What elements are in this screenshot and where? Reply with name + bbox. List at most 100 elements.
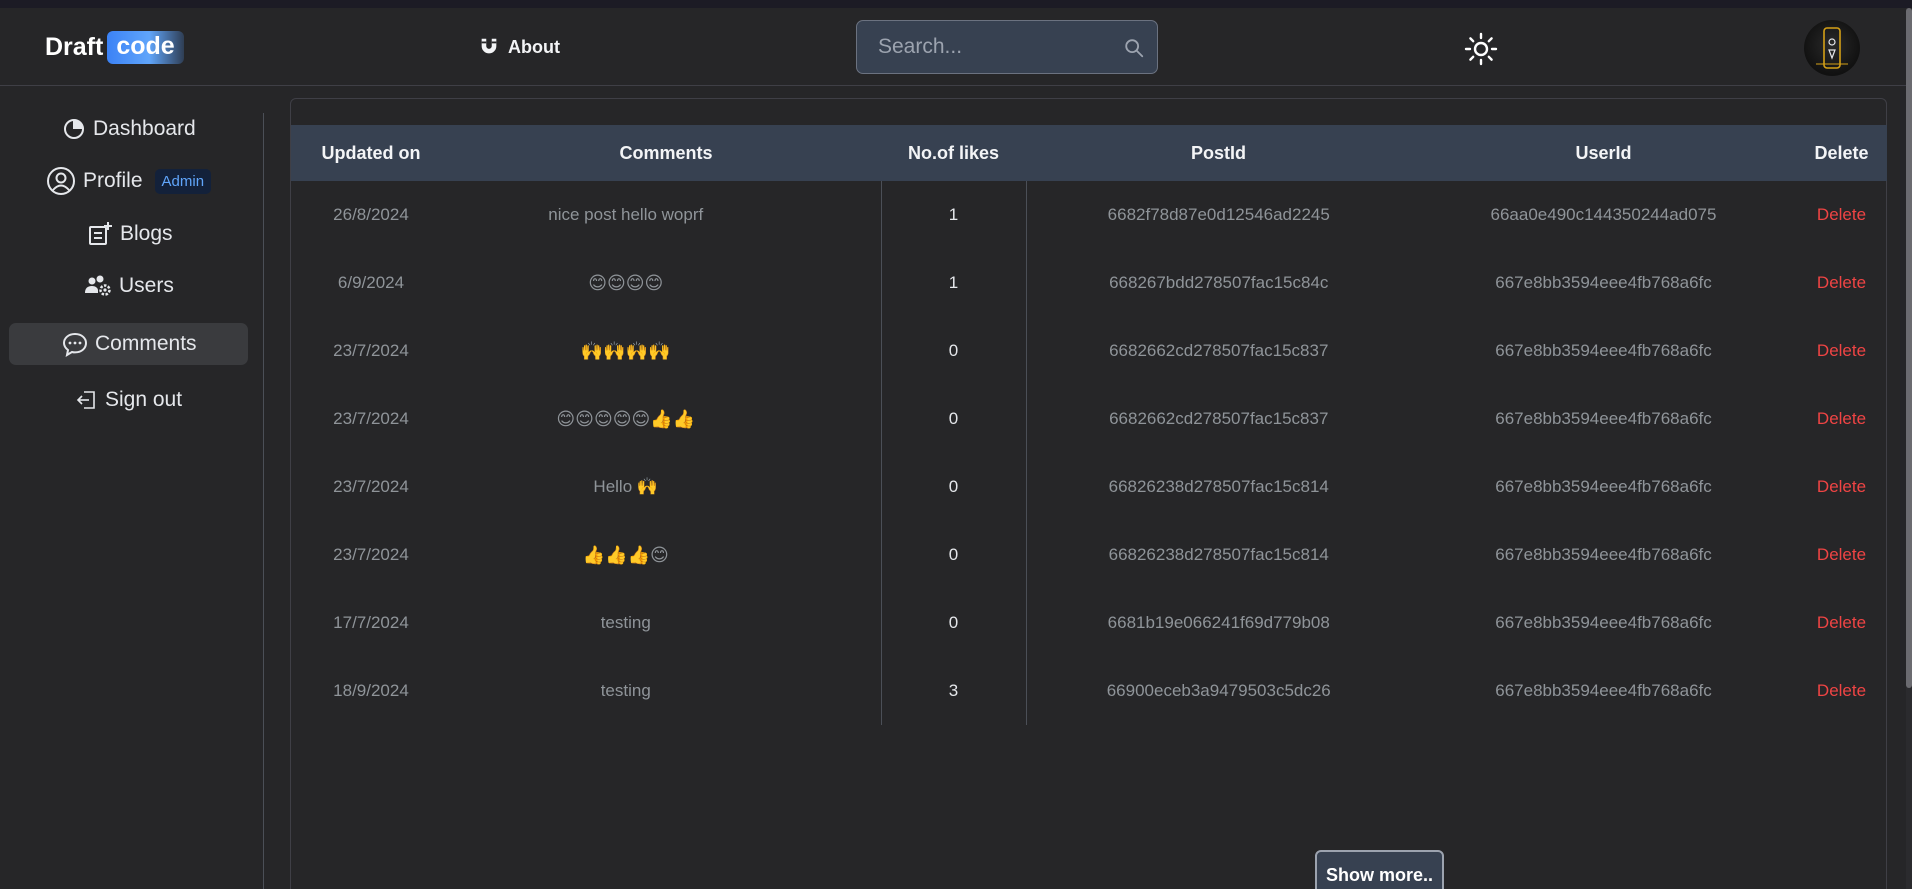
pie-chart-icon [64,119,84,139]
cell-postid: 668267bdd278507fac15c84c [1109,273,1329,292]
sidebar-item-blogs[interactable]: Blogs [87,214,173,254]
comments-table: Updated on Comments No.of likes PostId U… [291,125,1888,725]
cell-postid: 6682662cd278507fac15c837 [1109,341,1329,360]
table-header-row: Updated on Comments No.of likes PostId U… [291,125,1887,181]
table-row: 23/7/2024 👍👍👍😊 0 66826238d278507fac15c81… [291,521,1887,589]
cell-likes: 0 [880,317,1027,385]
cell-userid: 667e8bb3594eee4fb768a6fc [1495,613,1712,632]
cell-comment: Hello 🙌 [593,477,659,496]
column-header-delete[interactable]: Delete [1796,125,1887,181]
page-scrollbar[interactable] [1906,8,1912,889]
cell-comment: testing [600,681,651,700]
delete-button[interactable]: Delete [1796,453,1887,521]
cell-postid: 6682f78d87e0d12546ad2245 [1107,205,1330,224]
about-link[interactable]: About [478,34,560,60]
cell-likes: 3 [880,657,1027,725]
column-header-likes[interactable]: No.of likes [881,125,1026,181]
cell-updated: 18/9/2024 [333,681,409,700]
user-avatar[interactable] [1804,20,1860,76]
search-box [856,20,1158,74]
delete-button[interactable]: Delete [1796,385,1887,453]
delete-button[interactable]: Delete [1796,521,1887,589]
cell-postid: 66826238d278507fac15c814 [1108,477,1329,496]
top-navbar: Draft code About [0,8,1912,86]
cell-comment: 😊😊😊😊😊👍👍 [556,408,696,429]
cell-postid: 6682662cd278507fac15c837 [1109,409,1329,428]
delete-button[interactable]: Delete [1796,657,1887,725]
about-label: About [508,36,560,57]
cell-likes: 1 [880,181,1027,249]
cell-updated: 23/7/2024 [333,341,409,360]
window-top-strip [0,0,1912,8]
column-header-comments[interactable]: Comments [451,125,881,181]
sidebar-item-comments[interactable]: Comments [9,323,248,365]
cell-likes: 0 [880,521,1027,589]
chat-bubble-icon [62,332,88,357]
delete-button[interactable]: Delete [1796,317,1887,385]
logo-draft-text: Draft [45,32,104,61]
delete-button[interactable]: Delete [1796,589,1887,657]
sidebar: Dashboard Profile Admin Blogs Users Comm… [0,87,264,889]
cell-userid: 66aa0e490c144350244ad075 [1490,205,1717,224]
table-row: 6/9/2024 😊😊😊😊 1 668267bdd278507fac15c84c… [291,249,1887,317]
sun-icon [1464,32,1498,66]
cell-postid: 66826238d278507fac15c814 [1108,545,1329,564]
sidebar-item-label: Blogs [120,222,173,245]
user-circle-icon [47,167,75,195]
cell-userid: 667e8bb3594eee4fb768a6fc [1495,273,1712,292]
cell-likes: 0 [880,453,1027,521]
table-row: 23/7/2024 Hello 🙌 0 66826238d278507fac15… [291,453,1887,521]
site-logo[interactable]: Draft code [45,30,184,64]
cell-updated: 23/7/2024 [333,545,409,564]
show-more-button[interactable]: Show more.. [1315,850,1444,889]
cell-comment: 😊😊😊😊 [588,272,664,293]
sidebar-item-label: Dashboard [93,117,196,140]
magnet-icon [481,38,497,54]
cell-updated: 23/7/2024 [333,409,409,428]
sign-out-icon [76,391,95,409]
column-header-userid[interactable]: UserId [1411,125,1796,181]
avatar-image [1816,27,1848,69]
table-row: 17/7/2024 testing 0 6681b19e066241f69d77… [291,589,1887,657]
cell-userid: 667e8bb3594eee4fb768a6fc [1495,341,1712,360]
cell-userid: 667e8bb3594eee4fb768a6fc [1495,545,1712,564]
comments-card: Updated on Comments No.of likes PostId U… [290,98,1887,889]
table-row: 23/7/2024 🙌🙌🙌🙌 0 6682662cd278507fac15c83… [291,317,1887,385]
cell-updated: 17/7/2024 [333,613,409,632]
logo-code-text: code [107,30,184,64]
search-icon[interactable] [1123,37,1145,59]
cell-userid: 667e8bb3594eee4fb768a6fc [1495,409,1712,428]
search-input[interactable] [857,21,1107,73]
cell-likes: 0 [880,589,1027,657]
column-header-postid[interactable]: PostId [1026,125,1411,181]
sidebar-item-users[interactable]: Users [84,266,174,306]
sidebar-item-dashboard[interactable]: Dashboard [62,109,196,149]
cell-comment: testing [600,613,651,632]
cell-comment: 👍👍👍😊 [582,544,669,565]
sidebar-item-profile[interactable]: Profile Admin [46,161,212,201]
delete-button[interactable]: Delete [1796,249,1887,317]
sidebar-item-signout[interactable]: Sign out [76,380,182,420]
sidebar-divider [263,113,264,889]
table-row: 18/9/2024 testing 3 66900eceb3a9479503c5… [291,657,1887,725]
cell-comment: nice post hello woprf [548,205,704,224]
scrollbar-thumb[interactable] [1906,8,1912,688]
add-post-icon [89,222,112,245]
table-row: 26/8/2024 nice post hello woprf 1 6682f7… [291,181,1887,249]
cell-userid: 667e8bb3594eee4fb768a6fc [1495,681,1712,700]
sidebar-item-label: Profile [83,169,143,192]
sidebar-item-label: Users [119,274,174,297]
cell-postid: 6681b19e066241f69d779b08 [1107,613,1330,632]
cell-likes: 0 [880,385,1027,453]
cell-updated: 23/7/2024 [333,477,409,496]
users-gear-icon [85,275,111,296]
delete-button[interactable]: Delete [1796,181,1887,249]
cell-postid: 66900eceb3a9479503c5dc26 [1106,681,1331,700]
cell-likes: 1 [880,249,1027,317]
column-header-updated[interactable]: Updated on [291,125,451,181]
cell-comment: 🙌🙌🙌🙌 [580,340,671,361]
sidebar-item-label: Sign out [105,388,183,411]
cell-updated: 6/9/2024 [337,273,405,292]
theme-toggle-button[interactable] [1464,32,1498,66]
table-row: 23/7/2024 😊😊😊😊😊👍👍 0 6682662cd278507fac15… [291,385,1887,453]
